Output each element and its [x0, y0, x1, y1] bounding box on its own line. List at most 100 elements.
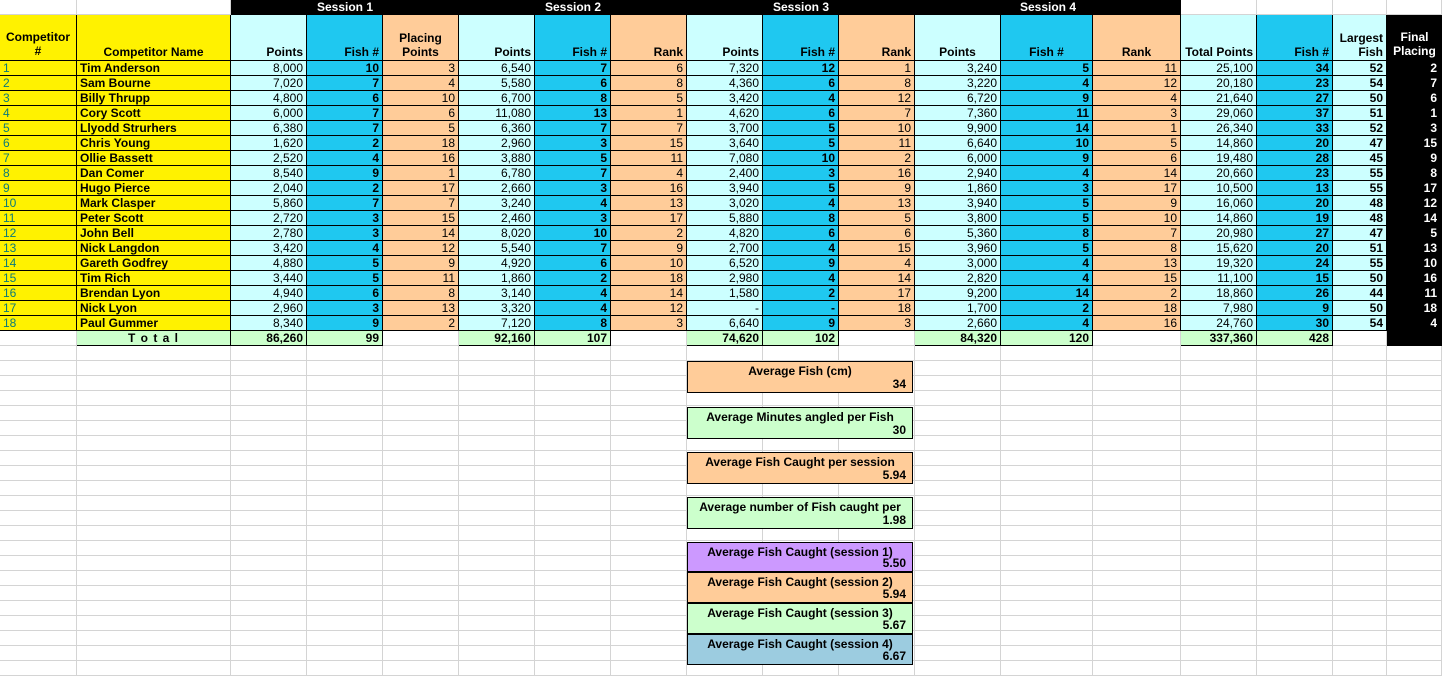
s3-points-cell[interactable]: 2,400: [687, 166, 763, 181]
blank-cell[interactable]: [1387, 361, 1442, 376]
blank-cell[interactable]: [459, 511, 535, 526]
total-points-cell[interactable]: 14,860: [1181, 136, 1257, 151]
s2-fish-cell[interactable]: 4: [535, 286, 611, 301]
competitor-number-cell[interactable]: 17: [0, 301, 77, 316]
blank-cell[interactable]: [307, 631, 383, 646]
s3-fish-cell[interactable]: 6: [763, 76, 839, 91]
blank-cell[interactable]: [307, 646, 383, 661]
blank-cell[interactable]: [915, 511, 1001, 526]
s1-fish-cell[interactable]: 7: [307, 121, 383, 136]
blank-cell[interactable]: [1257, 361, 1333, 376]
competitor-name-cell[interactable]: Hugo Pierce: [77, 181, 231, 196]
blank-cell[interactable]: [1093, 361, 1181, 376]
s2-fish-cell[interactable]: 10: [535, 226, 611, 241]
s1-placing-points-cell[interactable]: 10: [383, 91, 459, 106]
blank-cell[interactable]: [1333, 541, 1387, 556]
largest-fish-cell[interactable]: 47: [1333, 226, 1387, 241]
competitor-number-cell[interactable]: 8: [0, 166, 77, 181]
s3-rank-cell[interactable]: 4: [839, 256, 915, 271]
blank-cell[interactable]: [307, 616, 383, 631]
blank-cell[interactable]: [535, 601, 611, 616]
total-points-cell[interactable]: 25,100: [1181, 61, 1257, 76]
blank-cell[interactable]: [459, 496, 535, 511]
blank-cell[interactable]: [0, 541, 77, 556]
s2-rank-cell[interactable]: 10: [611, 256, 687, 271]
header-s4-rank[interactable]: Rank: [1093, 15, 1181, 61]
blank-cell[interactable]: [1093, 481, 1181, 496]
blank-cell[interactable]: [383, 571, 459, 586]
final-placing-cell[interactable]: 1: [1387, 106, 1442, 121]
blank-cell[interactable]: [611, 451, 687, 466]
s1-fish-cell[interactable]: 5: [307, 271, 383, 286]
s2-points-cell[interactable]: 8,020: [459, 226, 535, 241]
s3-fish-cell[interactable]: 8: [763, 211, 839, 226]
blank-cell[interactable]: [231, 436, 307, 451]
blank-cell[interactable]: [1387, 631, 1442, 646]
total-points-cell[interactable]: 26,340: [1181, 121, 1257, 136]
s4-rank-cell[interactable]: 1: [1093, 121, 1181, 136]
s1-placing-points-cell[interactable]: 18: [383, 136, 459, 151]
total-points-cell[interactable]: 21,640: [1181, 91, 1257, 106]
blank-cell[interactable]: [1093, 541, 1181, 556]
blank-cell[interactable]: [383, 631, 459, 646]
s3-rank-cell[interactable]: 11: [839, 136, 915, 151]
blank-cell[interactable]: [1181, 391, 1257, 406]
blank-cell[interactable]: [1387, 466, 1442, 481]
blank-cell[interactable]: [1387, 571, 1442, 586]
s2-fish-cell[interactable]: 3: [535, 181, 611, 196]
blank-cell[interactable]: [1387, 451, 1442, 466]
blank-cell[interactable]: [383, 466, 459, 481]
s3-points-cell[interactable]: 3,640: [687, 136, 763, 151]
final-placing-cell[interactable]: 8: [1387, 166, 1442, 181]
blank-cell[interactable]: [1093, 346, 1181, 361]
total-fish-cell[interactable]: 20: [1257, 136, 1333, 151]
blank-cell[interactable]: [77, 631, 231, 646]
blank-cell[interactable]: [0, 496, 77, 511]
blank-cell[interactable]: [383, 586, 459, 601]
s1-points-cell[interactable]: 3,420: [231, 241, 307, 256]
blank-cell[interactable]: [611, 331, 687, 346]
s2-points-cell[interactable]: 6,700: [459, 91, 535, 106]
s4-rank-cell[interactable]: 5: [1093, 136, 1181, 151]
blank-cell[interactable]: [307, 496, 383, 511]
blank-cell[interactable]: [307, 661, 383, 676]
total-points-cell[interactable]: 11,100: [1181, 271, 1257, 286]
blank-cell[interactable]: [77, 511, 231, 526]
blank-cell[interactable]: [307, 601, 383, 616]
header-s3-rank[interactable]: Rank: [839, 15, 915, 61]
blank-cell[interactable]: [77, 391, 231, 406]
s4-points-cell[interactable]: 5,360: [915, 226, 1001, 241]
blank-cell[interactable]: [763, 346, 839, 361]
blank-cell[interactable]: [0, 391, 77, 406]
s4-rank-cell[interactable]: 4: [1093, 91, 1181, 106]
s1-placing-points-cell[interactable]: 4: [383, 76, 459, 91]
s3-rank-cell[interactable]: 10: [839, 121, 915, 136]
s2-rank-cell[interactable]: 2: [611, 226, 687, 241]
blank-cell[interactable]: [1001, 481, 1093, 496]
blank-cell[interactable]: [1257, 406, 1333, 421]
blank-cell[interactable]: [1001, 451, 1093, 466]
total-s1-fish[interactable]: 99: [307, 331, 383, 346]
competitor-name-cell[interactable]: Gareth Godfrey: [77, 256, 231, 271]
s3-rank-cell[interactable]: 14: [839, 271, 915, 286]
s2-rank-cell[interactable]: 12: [611, 301, 687, 316]
blank-cell[interactable]: [1387, 556, 1442, 571]
blank-cell[interactable]: [1093, 331, 1181, 346]
blank-cell[interactable]: [459, 631, 535, 646]
blank-cell[interactable]: [1093, 601, 1181, 616]
competitor-number-cell[interactable]: 18: [0, 316, 77, 331]
competitor-name-cell[interactable]: Chris Young: [77, 136, 231, 151]
blank-cell[interactable]: [0, 481, 77, 496]
s1-fish-cell[interactable]: 4: [307, 151, 383, 166]
blank-cell[interactable]: [1333, 346, 1387, 361]
s3-fish-cell[interactable]: 9: [763, 316, 839, 331]
blank-cell[interactable]: [915, 556, 1001, 571]
s2-rank-cell[interactable]: 14: [611, 286, 687, 301]
total-fish-cell[interactable]: 15: [1257, 271, 1333, 286]
s2-points-cell[interactable]: 6,360: [459, 121, 535, 136]
s2-fish-cell[interactable]: 8: [535, 91, 611, 106]
s2-rank-cell[interactable]: 5: [611, 91, 687, 106]
blank-cell[interactable]: [307, 346, 383, 361]
blank-cell[interactable]: [1181, 0, 1257, 15]
blank-cell[interactable]: [1387, 391, 1442, 406]
